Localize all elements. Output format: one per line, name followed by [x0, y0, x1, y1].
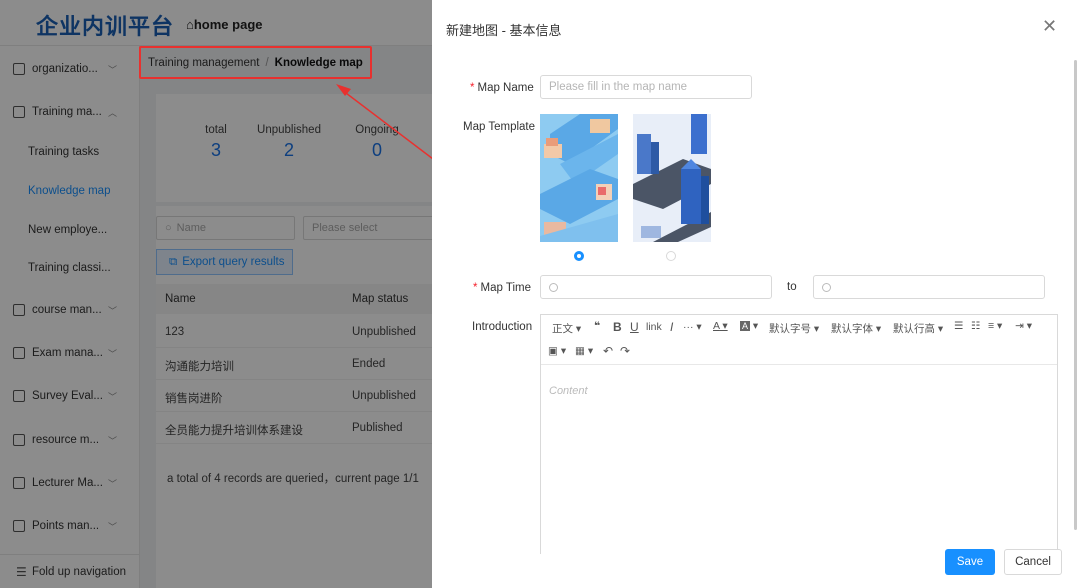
- align-icon[interactable]: ≡ ▾: [988, 320, 1002, 332]
- template-1-radio[interactable]: [574, 251, 584, 261]
- image-icon[interactable]: ▣ ▾: [548, 345, 566, 357]
- template-2-thumbnail[interactable]: [633, 114, 711, 242]
- font-color-icon[interactable]: A ▾: [713, 320, 728, 332]
- numbered-list-icon[interactable]: ☷: [971, 320, 980, 332]
- redo-icon[interactable]: ↷: [620, 344, 630, 358]
- clock-icon: [822, 282, 831, 292]
- editor-content-placeholder: Content: [549, 385, 588, 397]
- to-label: to: [787, 281, 797, 293]
- indent-icon[interactable]: ⇥ ▾: [1015, 320, 1032, 332]
- bold-icon[interactable]: B: [613, 320, 622, 334]
- close-icon[interactable]: ✕: [1042, 16, 1057, 37]
- map-name-input[interactable]: Please fill in the map name: [540, 75, 752, 99]
- cancel-button[interactable]: Cancel: [1004, 549, 1062, 575]
- quote-icon[interactable]: ❝: [594, 320, 600, 332]
- italic-icon[interactable]: I: [670, 320, 673, 334]
- map-time-label: * Map Time: [473, 282, 531, 294]
- map-name-label: * Map Name: [470, 82, 534, 94]
- rich-text-editor[interactable]: 正文 ▾ ❝ B U link I ··· ▾ A ▾ A ▾ 默认字号 ▾ 默…: [540, 314, 1058, 554]
- undo-icon[interactable]: ↶: [603, 344, 613, 358]
- paragraph-select[interactable]: 正文 ▾: [552, 321, 581, 336]
- font-size-select[interactable]: 默认字号 ▾: [769, 321, 819, 336]
- modal-overlay[interactable]: [0, 0, 432, 588]
- map-time-start-picker[interactable]: [540, 275, 772, 299]
- underline-icon[interactable]: U: [630, 320, 639, 334]
- introduction-label: Introduction: [472, 321, 533, 333]
- table-icon[interactable]: ▦ ▾: [575, 345, 593, 357]
- scrollbar[interactable]: [1074, 60, 1077, 530]
- template-1-thumbnail[interactable]: [540, 114, 618, 242]
- save-button[interactable]: Save: [945, 549, 995, 575]
- more-icon[interactable]: ··· ▾: [683, 321, 702, 333]
- map-time-end-picker[interactable]: [813, 275, 1045, 299]
- clock-icon: [549, 282, 558, 292]
- bullet-list-icon[interactable]: ☰: [954, 320, 963, 332]
- line-height-select[interactable]: 默认行高 ▾: [893, 321, 943, 336]
- new-map-drawer: 新建地图 - 基本信息 ✕ * Map Name Please fill in t…: [432, 0, 1080, 588]
- background-color-icon[interactable]: A ▾: [740, 320, 758, 332]
- template-2-radio[interactable]: [666, 251, 676, 261]
- editor-toolbar: 正文 ▾ ❝ B U link I ··· ▾ A ▾ A ▾ 默认字号 ▾ 默…: [541, 315, 1057, 365]
- link-button[interactable]: link: [646, 321, 662, 333]
- font-family-select[interactable]: 默认字体 ▾: [831, 321, 881, 336]
- drawer-title: 新建地图 - 基本信息: [446, 23, 562, 38]
- annotation-highlight-box: [139, 46, 372, 79]
- map-template-label: Map Template: [463, 121, 536, 133]
